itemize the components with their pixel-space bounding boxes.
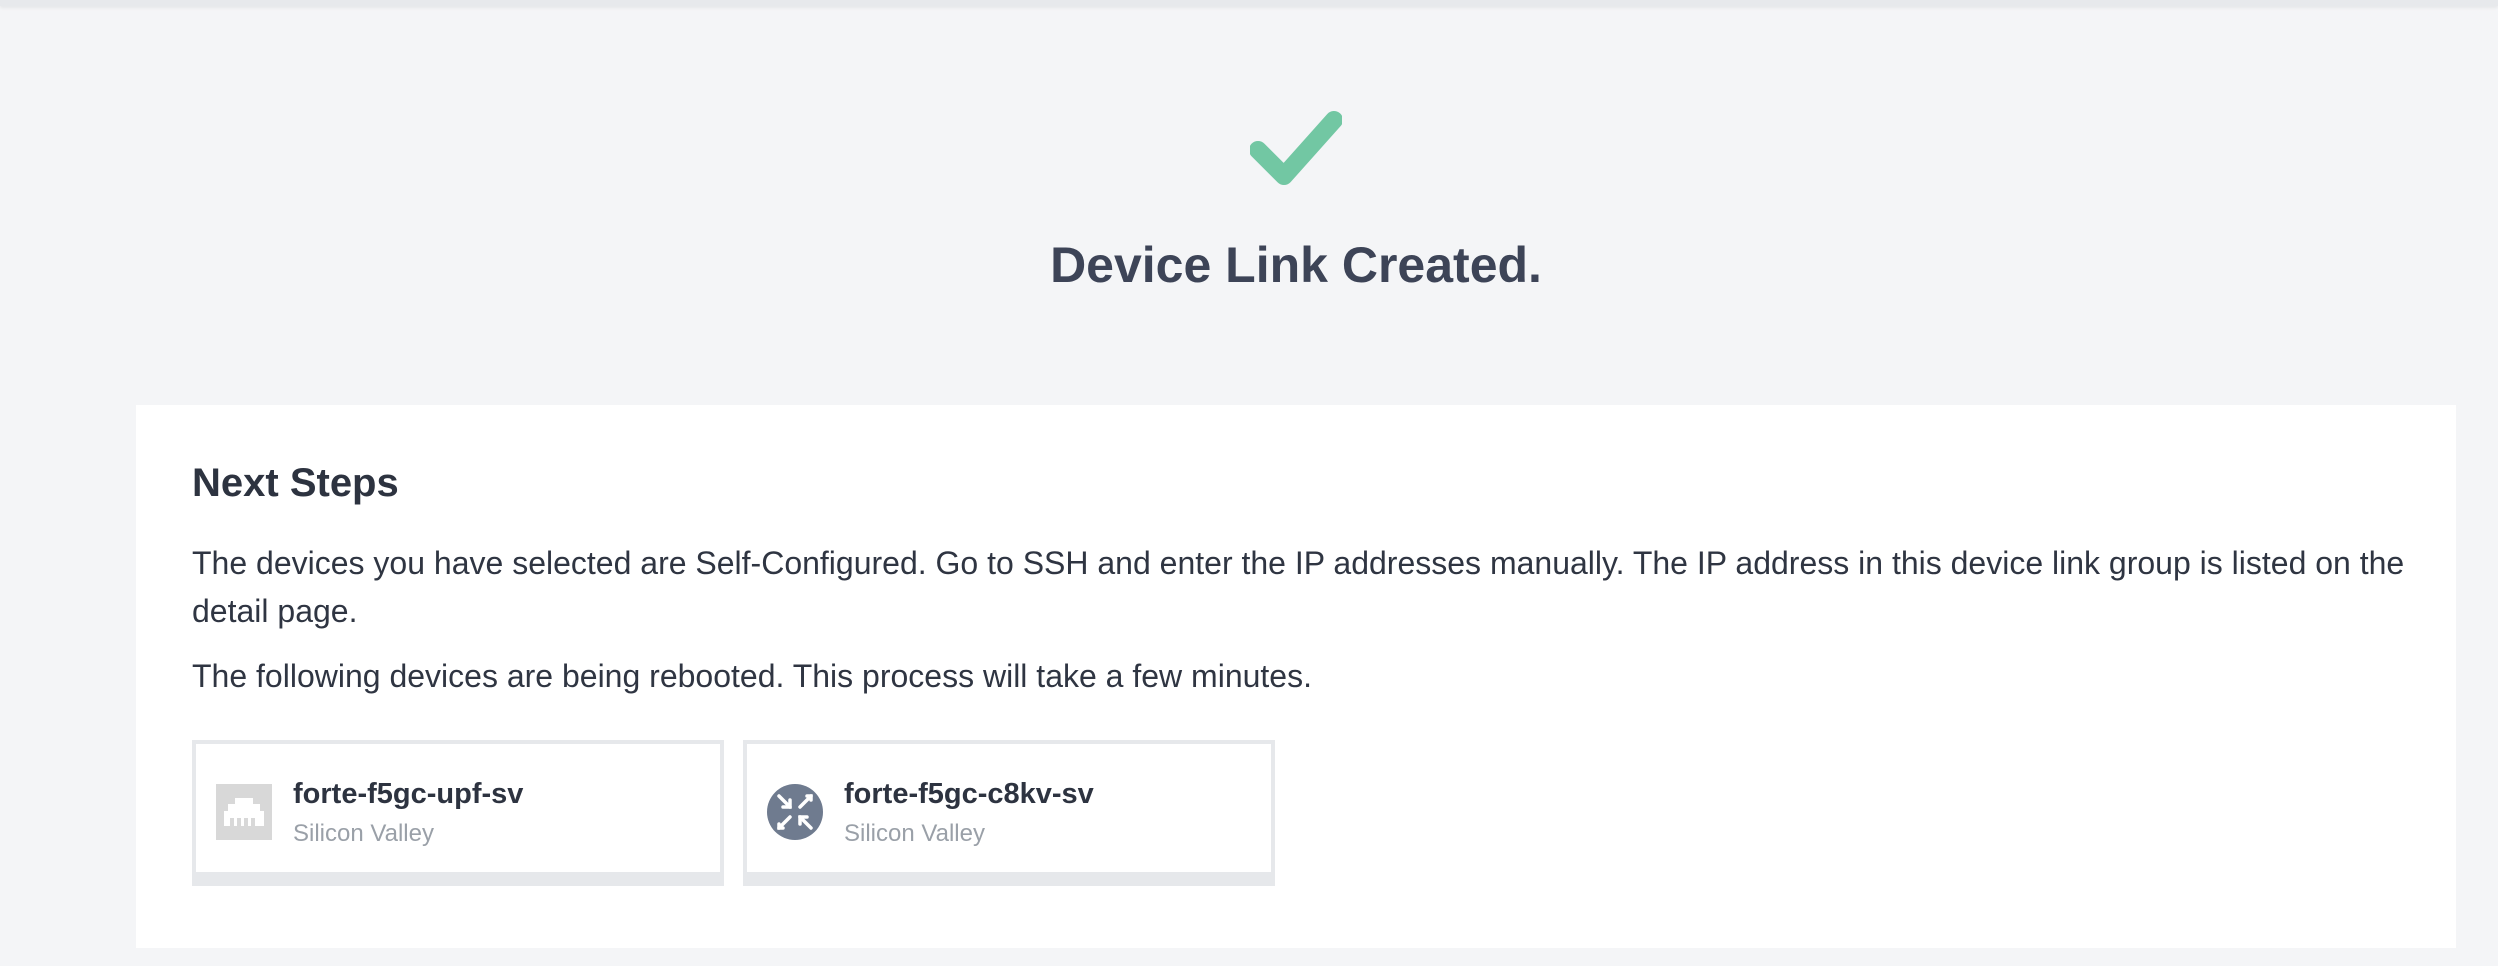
device-card[interactable]: forte-f5gc-c8kv-sv Silicon Valley [743,740,1275,886]
next-steps-heading: Next Steps [192,461,399,505]
device-name: forte-f5gc-c8kv-sv [844,778,1094,810]
device-location: Silicon Valley [293,820,434,847]
self-configured-message: The devices you have selected are Self-C… [192,545,2405,629]
checkmark-icon [1250,111,1342,185]
page-title: Device Link Created. [1050,237,1542,293]
device-location: Silicon Valley [844,820,985,847]
ethernet-port-icon [216,784,272,840]
reboot-message: The following devices are being rebooted… [192,658,1312,694]
router-icon [767,784,823,840]
device-name: forte-f5gc-upf-sv [293,778,524,810]
top-bar [0,0,2498,6]
next-steps-panel: Next Steps The devices you have selected… [136,405,2456,948]
device-card[interactable]: forte-f5gc-upf-sv Silicon Valley [192,740,724,886]
